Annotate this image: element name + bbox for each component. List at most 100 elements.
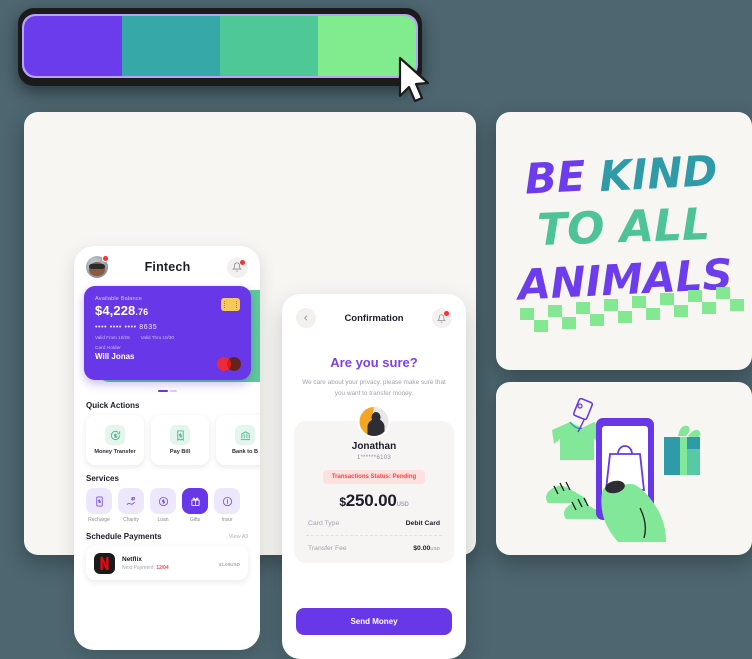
amount-value: $1.00 [218, 562, 231, 567]
quick-action-bank-to-bank[interactable]: Bank to B [216, 415, 260, 465]
status-badge: Transactions Status: Pending [322, 470, 426, 485]
quick-actions-row: Money Transfer Pay Bill Bank to B [74, 415, 260, 465]
transfer-amount: $250.00USD [306, 491, 442, 511]
be-kind-poster-panel: BE KIND TO ALL ANIMALS [496, 112, 752, 370]
mobile-shopping-illustration [546, 397, 701, 542]
notification-bell-icon[interactable] [431, 308, 452, 328]
charity-hand-icon [118, 488, 144, 514]
hand [601, 480, 666, 542]
card-pagination[interactable] [74, 390, 260, 392]
detail-key: Card Type [308, 520, 340, 528]
detail-value: $0.00USD [413, 545, 440, 552]
page-title: Fintech [144, 260, 191, 274]
mouse-pointer [398, 56, 430, 103]
schedule-row-text: Netflix Next Payment: 12/04 [122, 556, 212, 571]
schedule-row-netflix[interactable]: Netflix Next Payment: 12/04 $1.00USD [86, 546, 248, 580]
palette-swatch-1[interactable] [24, 16, 122, 76]
card-chip-icon [221, 298, 240, 311]
amount-unit: USD [396, 502, 409, 509]
user-avatar[interactable] [86, 255, 109, 278]
confirmation-screen: Confirmation Are you sure? We care about… [282, 294, 466, 659]
send-money-button[interactable]: Send Money [296, 608, 452, 635]
confirmation-header: Confirmation [282, 294, 466, 328]
valid-thru: Valid Thru 10/30 [140, 335, 174, 340]
balance-whole: $4,228 [95, 303, 136, 318]
quick-action-label: Pay Bill [169, 449, 191, 455]
quick-action-label: Money Transfer [94, 449, 136, 455]
schedule-header: Schedule Payments View All [86, 532, 248, 541]
netflix-logo [94, 552, 115, 574]
poster-line-1: BE [524, 151, 587, 203]
recipient-card: Jonathan 1******6103 Transactions Status… [294, 405, 454, 564]
confirmation-title: Confirmation [344, 312, 404, 324]
next-payment-date: 12/04 [156, 564, 169, 571]
balance-cents: .76 [135, 307, 149, 317]
detail-row-transfer-fee: Transfer Fee $0.00USD [306, 535, 442, 552]
service-label: Insur [221, 517, 233, 523]
service-charity[interactable]: Charity [118, 488, 144, 523]
palette-swatch-3[interactable] [220, 16, 318, 76]
bank-icon [235, 425, 255, 445]
services-title: Services [86, 474, 119, 483]
fintech-dashboard-screen: Fintech Available Balance $4,228.76 ••••… [74, 246, 260, 650]
recharge-icon [86, 488, 112, 514]
next-payment-label: Next Payment: [122, 564, 157, 571]
detail-row-card-type: Card Type Debit Card [306, 511, 442, 527]
service-recharge[interactable]: Recharge [86, 488, 112, 523]
service-gifts[interactable]: Gifts [182, 488, 208, 523]
card-number: •••• •••• •••• 8635 [95, 324, 158, 331]
fee-value: $0.00 [413, 545, 431, 553]
service-label: Recharge [88, 517, 110, 523]
amount-value: 250.00 [345, 491, 397, 511]
loan-coin-icon [150, 488, 176, 514]
confirmation-subtext: We care about your privacy. please make … [302, 379, 446, 398]
back-chevron-icon[interactable] [296, 308, 316, 328]
service-label: Gifts [189, 517, 201, 523]
notification-bell-icon[interactable] [226, 256, 248, 278]
balance-amount: $4,228.76 [95, 303, 240, 318]
view-all-link[interactable]: View All [229, 534, 248, 540]
recipient-avatar [357, 405, 391, 439]
detail-key: Transfer Fee [308, 545, 347, 553]
palette-frame [18, 8, 422, 86]
detail-value: Debit Card [405, 520, 440, 528]
insurance-icon [214, 488, 240, 514]
shopping-illustration-panel [496, 382, 752, 555]
quick-actions-header: Quick Actions [86, 401, 248, 410]
service-label: Loan [157, 517, 169, 523]
primary-credit-card[interactable]: Available Balance $4,228.76 •••• •••• ••… [84, 286, 251, 380]
amount-currency: USD [230, 562, 240, 567]
color-palette-bar[interactable] [22, 14, 418, 78]
poster-line-2: KIND [598, 146, 719, 201]
card-validity: Valid From 10/28 Valid Thru 10/30 [95, 335, 240, 340]
quick-action-label: Bank to B [231, 449, 259, 455]
quick-action-money-transfer[interactable]: Money Transfer [86, 415, 144, 465]
palette-swatch-2[interactable] [122, 16, 220, 76]
sneakers [546, 481, 605, 519]
card-carousel[interactable]: Available Balance $4,228.76 •••• •••• ••… [84, 286, 260, 384]
service-insurance[interactable]: Insur [214, 488, 240, 523]
services-row: Recharge Charity Loan Gifts Insur [74, 488, 260, 523]
gift-box [664, 425, 701, 475]
mastercard-logo [217, 357, 241, 371]
recipient-name: Jonathan [351, 441, 397, 453]
dashboard-header: Fintech [74, 246, 260, 284]
valid-from: Valid From 10/28 [95, 335, 130, 340]
service-loan[interactable]: Loan [150, 488, 176, 523]
bill-icon [170, 425, 190, 445]
fee-unit: USD [430, 546, 440, 552]
poster-line-3: TO ALL [536, 199, 711, 256]
services-header: Services [86, 474, 248, 483]
money-transfer-icon [105, 425, 125, 445]
balance-label: Available Balance [95, 296, 143, 302]
merchant-name: Netflix [122, 555, 142, 563]
card-holder-label: Card Holder [95, 346, 121, 351]
be-kind-to-all-animals-poster: BE KIND TO ALL ANIMALS [514, 146, 744, 332]
confirmation-heading: Are you sure? [330, 355, 418, 370]
recipient-account: 1******6103 [357, 455, 391, 462]
schedule-title: Schedule Payments [86, 532, 162, 541]
pager-dot[interactable] [169, 390, 177, 392]
pager-dot-active[interactable] [157, 390, 168, 392]
fintech-panel: Fintech Available Balance $4,228.76 ••••… [24, 112, 476, 659]
quick-action-pay-bill[interactable]: Pay Bill [151, 415, 209, 465]
